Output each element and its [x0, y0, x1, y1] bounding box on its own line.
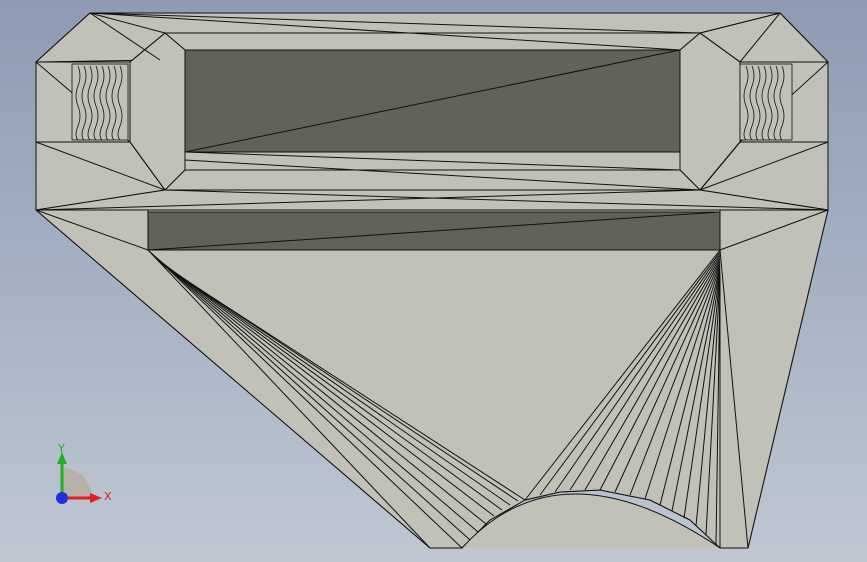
triad-plane — [62, 468, 92, 498]
middle-band — [35, 189, 829, 211]
right-hole-detail — [739, 63, 793, 141]
x-axis-arrow — [90, 493, 102, 503]
coordinate-triad-icon: Y X — [56, 442, 112, 504]
cad-graphics-viewport[interactable]: Y X — [0, 0, 867, 562]
lower-strip — [164, 169, 701, 191]
x-axis-label: X — [104, 490, 112, 503]
z-axis-dot — [56, 492, 68, 504]
y-axis-label: Y — [57, 442, 65, 455]
left-hole-detail — [71, 63, 129, 141]
top-frame — [164, 32, 701, 51]
lower-panel — [35, 209, 829, 549]
mesh-model[interactable] — [0, 0, 867, 562]
